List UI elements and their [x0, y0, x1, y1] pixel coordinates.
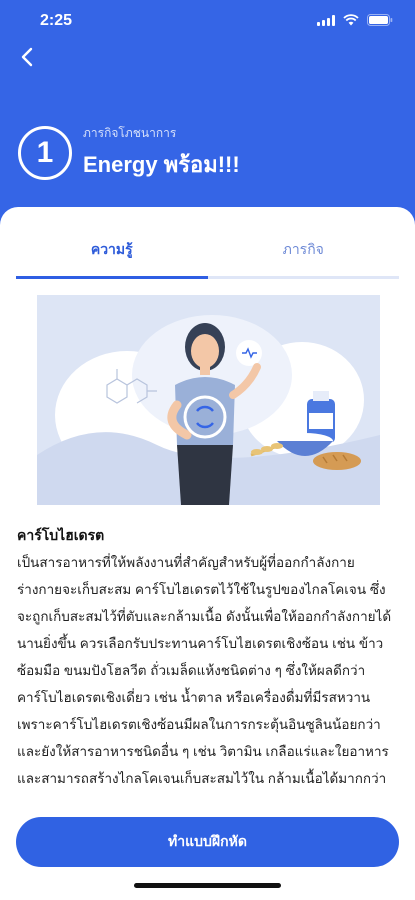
status-time: 2:25 — [40, 12, 73, 29]
article: คาร์โบไฮเดรต เป็นสารอาหารที่ให้พลังงานที… — [17, 521, 399, 792]
back-button[interactable] — [14, 42, 42, 72]
status-icons — [317, 14, 393, 26]
content-card: ความรู้ ภารกิจ คาร์โบไฮเดรต เป็นสารอาหาร… — [0, 207, 415, 900]
status-bar: 2:25 — [0, 0, 415, 44]
page-title: Energy พร้อม!!! — [83, 152, 240, 177]
wifi-icon — [343, 14, 359, 26]
article-title: คาร์โบไฮเดรต — [17, 527, 105, 543]
mission-header: 1 ภารกิจโภชนาการ Energy พร้อม!!! — [18, 124, 240, 182]
tab-mission[interactable]: ภารกิจ — [208, 221, 400, 279]
practice-button[interactable]: ทำแบบฝึกหัด — [16, 817, 399, 867]
mission-number-badge: 1 — [18, 126, 72, 180]
chevron-left-icon — [21, 47, 33, 67]
mission-category: ภารกิจโภชนาการ — [83, 126, 177, 140]
tab-active-indicator — [16, 276, 208, 279]
carbohydrate-illustration — [37, 295, 380, 505]
home-indicator — [134, 883, 281, 888]
tab-knowledge[interactable]: ความรู้ — [16, 221, 208, 279]
cellular-signal-icon — [317, 14, 335, 26]
article-body: เป็นสารอาหารที่ให้พลังงานที่สำคัญสำหรับผ… — [17, 555, 392, 786]
battery-icon — [367, 14, 393, 26]
tab-bar: ความรู้ ภารกิจ — [16, 221, 399, 279]
